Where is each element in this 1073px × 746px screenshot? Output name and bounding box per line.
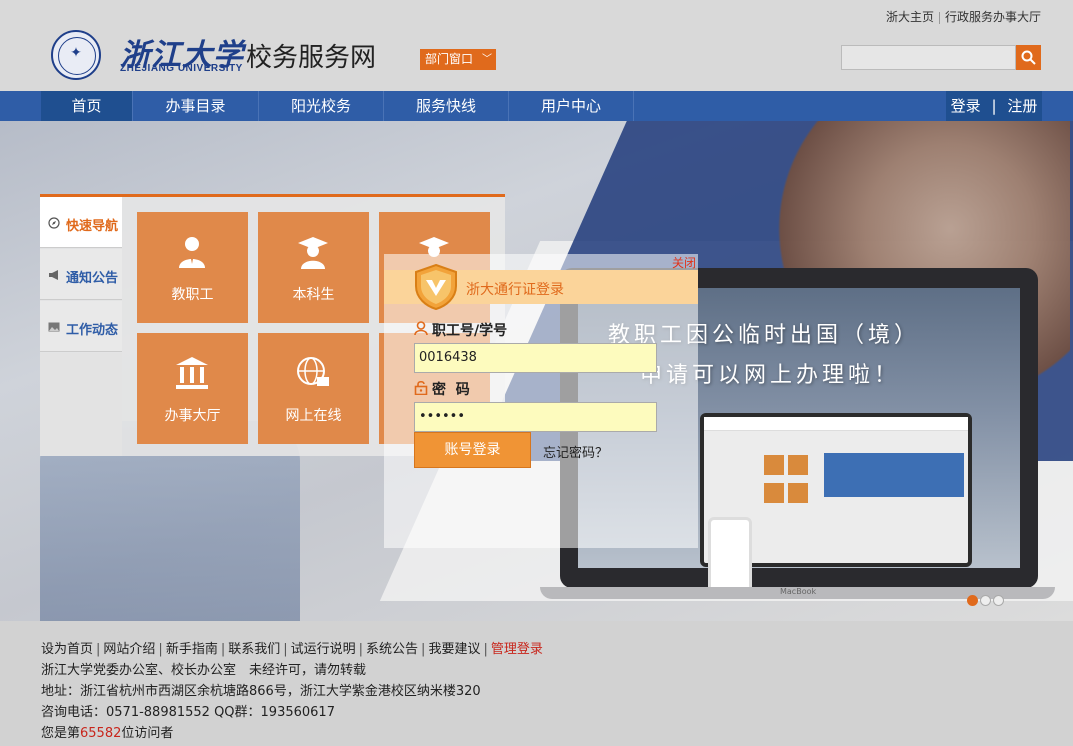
register-link[interactable]: 注册 — [1007, 97, 1037, 115]
tile-label: 教职工 — [171, 287, 214, 303]
tab-notices[interactable]: 通知公告 — [40, 249, 122, 300]
quick-nav-tabs: 快速导航 通知公告 工作动态 — [40, 197, 122, 456]
slide-dot-2[interactable] — [980, 595, 991, 606]
footer-link-guide[interactable]: 新手指南 — [166, 642, 218, 657]
tablet-tiles — [762, 453, 810, 509]
nav-item-user-center[interactable]: 用户中心 — [509, 91, 634, 121]
auth-divider: | — [991, 97, 997, 115]
search-icon — [1021, 50, 1036, 65]
nav-item-sunshine[interactable]: 阳光校务 — [259, 91, 384, 121]
tile-label: 网上在线 — [285, 408, 342, 424]
image-icon — [48, 322, 60, 332]
chevron-down-icon: ﹀ — [482, 54, 492, 65]
divider: | — [358, 642, 364, 657]
tab-label: 快速导航 — [66, 219, 119, 234]
login-title: 浙大通行证登录 — [466, 282, 564, 298]
laptop-brand: MacBook — [780, 587, 817, 596]
tab-quick-nav[interactable]: 快速导航 — [40, 197, 122, 248]
compass-icon — [48, 217, 60, 229]
nav-item-express[interactable]: 服务快线 — [384, 91, 509, 121]
login-header: 浙大通行证登录 — [384, 264, 698, 310]
tile-staff[interactable]: 教职工 — [137, 212, 248, 323]
university-emblem-icon[interactable]: ✦ — [51, 30, 101, 80]
tile-label: 办事大厅 — [164, 408, 221, 424]
user-id-input[interactable]: 0016438 — [414, 343, 657, 373]
tab-label: 工作动态 — [66, 323, 119, 338]
footer-link-about[interactable]: 网站介绍 — [103, 642, 155, 657]
footer-link-trial[interactable]: 试运行说明 — [291, 642, 356, 657]
password-input[interactable]: •••••• — [414, 402, 657, 432]
search-button[interactable] — [1016, 45, 1041, 70]
tab-spacer — [40, 353, 122, 456]
slide-indicators — [967, 595, 1006, 610]
footer-link-set-home[interactable]: 设为首页 — [41, 642, 93, 657]
logo-english: ZHEJIANG UNIVERSITY — [120, 63, 243, 74]
nav-item-catalog[interactable]: 办事目录 — [133, 91, 259, 121]
visitor-count: 65582 — [80, 726, 122, 741]
main-nav: 首页 办事目录 阳光校务 服务快线 用户中心 登录 | 注册 — [0, 91, 1073, 121]
visitor-prefix: 您是第 — [41, 726, 81, 741]
top-links: 浙大主页 行政服务办事大厅 — [886, 8, 1041, 25]
tablet-banner — [824, 453, 964, 497]
visitor-suffix: 位访问者 — [121, 726, 174, 741]
site-title: 校务服务网 — [246, 43, 377, 73]
footer: 设为首页 | 网站介绍 | 新手指南 | 联系我们 | 试运行说明 | 系统公告 | 我要建议 | 管理登录… — [0, 621, 1073, 746]
divider — [938, 11, 940, 24]
divider: | — [283, 642, 288, 657]
nav-item-home[interactable]: 首页 — [41, 91, 133, 121]
graduate-icon — [298, 237, 328, 269]
tile-undergrad[interactable]: 本科生 — [258, 212, 369, 323]
divider: | — [158, 642, 163, 657]
divider: | — [483, 642, 488, 657]
footer-link-suggest[interactable]: 我要建议 — [428, 642, 480, 657]
search-input[interactable] — [841, 45, 1016, 70]
tile-service-hall[interactable]: 办事大厅 — [137, 333, 248, 444]
link-zju-home[interactable]: 浙大主页 — [886, 10, 934, 24]
staff-icon — [179, 237, 205, 268]
footer-link-admin[interactable]: 管理登录 — [491, 642, 543, 657]
footer-link-announcements[interactable]: 系统公告 — [366, 642, 418, 657]
user-id-label-text: 职工号/学号 — [432, 323, 508, 339]
megaphone-icon — [49, 270, 58, 280]
footer-address: 地址：浙江省杭州市西湖区余杭塘路866号，浙江大学紫金港校区纳米楼320 — [41, 684, 481, 699]
shield-icon — [415, 264, 457, 310]
footer-visitor-counter: 您是第65582位访问者 — [41, 722, 173, 741]
login-dialog: 关闭 浙大通行证登录 职工号/学号 0016438 密 码 •••••• 账号登… — [384, 254, 698, 548]
divider: | — [220, 642, 226, 657]
dept-window-label: 部门窗口 — [425, 52, 474, 66]
header: ✦ 浙江大学 ZHEJIANG UNIVERSITY 校务服务网 部门窗口 ﹀ … — [0, 0, 1073, 91]
divider: | — [421, 642, 426, 657]
tab-label: 通知公告 — [66, 271, 119, 286]
tablet-header — [704, 417, 968, 431]
forgot-password-link[interactable]: 忘记密码？ — [543, 442, 608, 461]
login-submit-button[interactable]: 账号登录 — [414, 432, 531, 468]
login-link[interactable]: 登录 — [951, 97, 981, 115]
tab-work-news[interactable]: 工作动态 — [40, 301, 122, 352]
footer-link-contact[interactable]: 联系我们 — [228, 642, 280, 657]
slide-dot-1[interactable] — [967, 595, 978, 606]
auth-links: 登录 | 注册 — [946, 91, 1042, 121]
password-label-text: 密 码 — [432, 382, 470, 398]
link-service-hall[interactable]: 行政服务办事大厅 — [945, 10, 1041, 24]
globe-icon — [297, 357, 329, 386]
slide-dot-3[interactable] — [993, 595, 1004, 606]
tile-label: 本科生 — [292, 287, 335, 303]
footer-copyright: 浙江大学党委办公室、校长办公室 未经许可，请勿转载 — [41, 663, 367, 678]
dept-window-button[interactable]: 部门窗口 ﹀ — [420, 49, 496, 70]
user-icon — [414, 321, 428, 336]
building-icon — [176, 357, 208, 389]
lock-icon — [414, 380, 428, 395]
divider: | — [96, 642, 101, 657]
close-button[interactable]: 关闭 — [672, 254, 696, 271]
footer-links: 设为首页 | 网站介绍 | 新手指南 | 联系我们 | 试运行说明 | 系统公告 | 我要建议 | 管理登录 — [41, 638, 543, 657]
phone-mockup — [708, 517, 752, 593]
footer-contact: 咨询电话：0571-88981552 QQ群：193560617 — [41, 705, 335, 720]
tile-online[interactable]: 网上在线 — [258, 333, 369, 444]
